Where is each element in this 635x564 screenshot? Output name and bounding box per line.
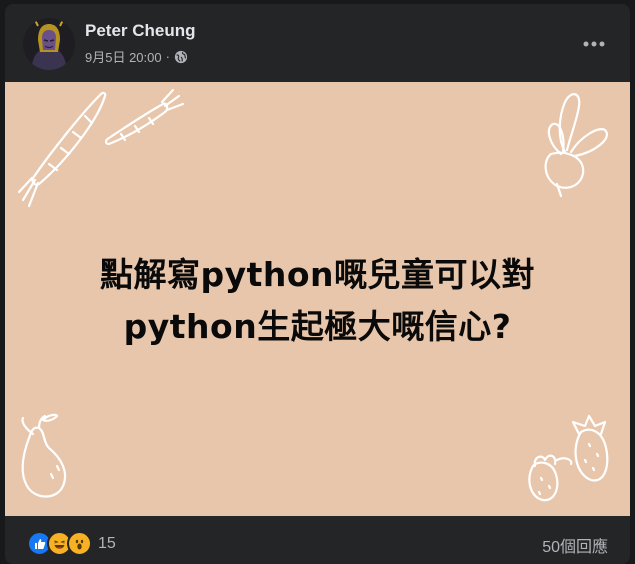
reaction-summary[interactable]: 15 <box>27 531 116 556</box>
post-meta: 9月5日 20:00 · <box>85 47 188 66</box>
post-header: Peter Cheung 9月5日 20:00 · <box>5 4 630 82</box>
meta-separator: · <box>165 49 170 64</box>
more-options-icon <box>583 41 605 47</box>
carrot-icon <box>104 88 185 146</box>
radish-icon <box>544 93 608 198</box>
post-card: Peter Cheung 9月5日 20:00 · 點解寫python嘅兒童可以… <box>5 4 630 564</box>
globe-icon[interactable] <box>174 50 188 64</box>
carrot-icon <box>17 91 107 208</box>
author-name[interactable]: Peter Cheung <box>85 21 196 41</box>
reaction-count: 15 <box>98 534 116 552</box>
wow-icon <box>67 531 92 556</box>
strawberry-icon <box>528 454 573 502</box>
post-footer: 15 50個回應 <box>5 516 630 564</box>
post-image[interactable]: 點解寫python嘅兒童可以對 python生起極大嘅信心? <box>5 82 630 516</box>
strawberry-icon <box>571 414 609 482</box>
caption-line-1: 點解寫python嘅兒童可以對 <box>99 255 536 294</box>
pear-icon <box>21 413 67 498</box>
more-options-button[interactable] <box>576 26 612 62</box>
post-image-caption: 點解寫python嘅兒童可以對 python生起極大嘅信心? <box>5 249 630 353</box>
author-avatar[interactable] <box>23 18 75 70</box>
caption-line-2: python生起極大嘅信心? <box>123 307 512 346</box>
post-timestamp[interactable]: 9月5日 20:00 <box>85 47 162 66</box>
avatar-image <box>23 18 75 70</box>
comments-count-link[interactable]: 50個回應 <box>542 533 608 557</box>
